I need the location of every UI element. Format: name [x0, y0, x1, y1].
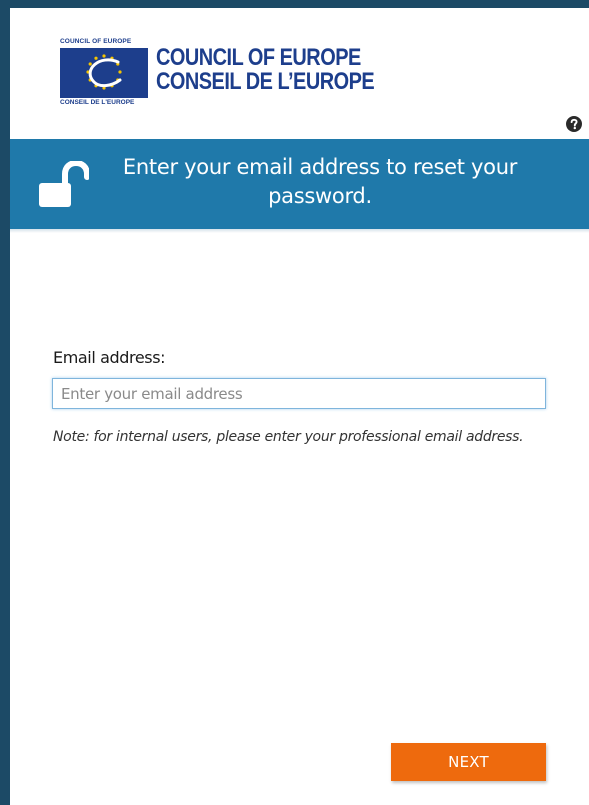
banner-shadow — [10, 229, 589, 233]
banner-heading: Enter your email address to reset your p… — [122, 155, 518, 208]
logo-title-french: CONSEIL DE L’EUROPE — [156, 68, 375, 95]
question-circle-icon[interactable] — [566, 116, 582, 132]
unlock-icon — [37, 159, 90, 213]
next-button[interactable]: NEXT — [391, 743, 546, 781]
reset-password-page: COUNCIL OF EUROPE CONSEIL DE L'EUROPE CO… — [10, 8, 589, 805]
stars-circle-icon — [86, 54, 122, 90]
email-field[interactable] — [52, 378, 546, 409]
window-frame-left — [0, 0, 10, 805]
reset-password-banner: Enter your email address to reset your p… — [10, 139, 589, 229]
logo-emblem-top-text: COUNCIL OF EUROPE — [60, 38, 132, 45]
email-label: Email address: — [53, 348, 166, 367]
window-frame-top — [0, 0, 589, 8]
logo-emblem-bottom-text: CONSEIL DE L'EUROPE — [60, 99, 135, 106]
logo-emblem: COUNCIL OF EUROPE CONSEIL DE L'EUROPE — [60, 38, 150, 110]
internal-users-note: Note: for internal users, please enter y… — [53, 429, 524, 445]
council-of-europe-logo: COUNCIL OF EUROPE CONSEIL DE L'EUROPE CO… — [60, 38, 400, 118]
logo-emblem-box — [60, 48, 148, 98]
